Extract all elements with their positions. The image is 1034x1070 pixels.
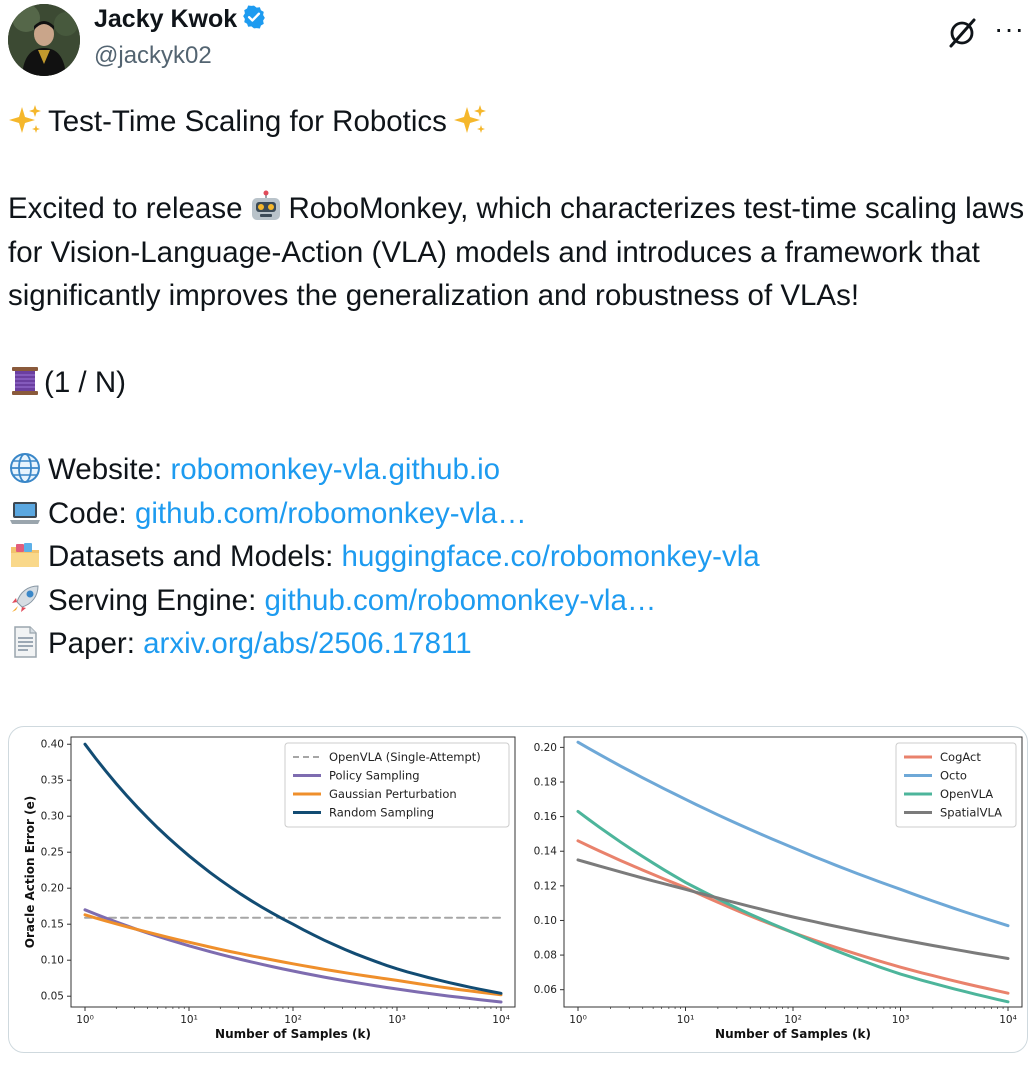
link-label-code: Code:: [48, 496, 127, 530]
grok-icon[interactable]: [946, 16, 980, 50]
link-row-code: Code: github.com/robomonkey-vla…: [8, 492, 1028, 536]
legend-label: Random Sampling: [329, 806, 434, 820]
link-row-datasets: Datasets and Models: huggingface.co/robo…: [8, 535, 1028, 579]
legend-label: Policy Sampling: [329, 769, 420, 783]
link-label-datasets: Datasets and Models:: [48, 540, 334, 573]
y-tick-label: 0.05: [41, 991, 64, 1003]
post-body: Test-Time Scaling for Robotics Excited t…: [8, 100, 1028, 666]
chart-model-comparison: 0.06 0.08 0.10 0.12 0.14 0.16 0.18 0.20 10⁰ 10¹ 10…: [534, 736, 1023, 1041]
x-axis-label: Number of Samples (k): [715, 1027, 871, 1041]
y-tick-label: 0.08: [534, 950, 557, 962]
media-attachment[interactable]: 0.05 0.10 0.15 0.20 0.25 0.30 0.35 0.40 10⁰ 10¹ 10…: [8, 726, 1028, 1053]
x-tick-label: 10¹: [677, 1014, 695, 1026]
thread-marker: (1 / N): [44, 366, 126, 399]
y-tick-label: 0.25: [41, 847, 64, 859]
legend-label: CogAct: [940, 750, 981, 764]
sparkles-icon: [8, 103, 42, 137]
y-tick-label: 0.12: [534, 880, 557, 892]
y-axis-label: Oracle Action Error (e): [23, 796, 37, 948]
y-tick-label: 0.35: [41, 775, 64, 787]
link-row-serving: Serving Engine: github.com/robomonkey-vl…: [8, 579, 1028, 623]
legend-label: OpenVLA (Single-Attempt): [329, 750, 481, 764]
y-tick-label: 0.15: [41, 919, 64, 931]
document-icon: [8, 625, 42, 659]
intro-paragraph: Excited to release RoboMonkey, which char…: [8, 187, 1028, 318]
y-tick-label: 0.06: [534, 984, 558, 996]
author-handle[interactable]: @jackyk02: [94, 42, 212, 70]
y-tick-label: 0.10: [534, 915, 557, 927]
link-row-website: Website: robomonkey-vla.github.io: [8, 448, 1028, 492]
avatar[interactable]: [8, 4, 80, 76]
folder-icon: [8, 538, 42, 572]
legend-label: Gaussian Perturbation: [329, 787, 457, 801]
avatar-portrait: [8, 4, 80, 76]
intro-text-before: Excited to release: [8, 192, 243, 225]
link-label-website: Website:: [48, 453, 163, 486]
legend-label: OpenVLA: [940, 787, 993, 801]
chart-policy-sampling-comparison: 0.05 0.10 0.15 0.20 0.25 0.30 0.35 0.40 10⁰ 10¹ 10…: [23, 736, 516, 1041]
thread-marker-line: (1 / N): [8, 361, 1028, 405]
y-tick-label: 0.40: [41, 739, 64, 751]
y-tick-label: 0.18: [534, 777, 557, 789]
author-name-text[interactable]: Jacky Kwok: [94, 5, 237, 33]
link-label-serving: Serving Engine:: [48, 583, 257, 617]
x-axis-label: Number of Samples (k): [215, 1027, 371, 1041]
rocket-icon: [8, 582, 42, 616]
robot-icon: [249, 190, 283, 224]
more-options-icon[interactable]: ···: [994, 14, 1025, 44]
x-tick-label: 10¹: [180, 1014, 198, 1026]
legend-label: SpatialVLA: [940, 806, 1002, 820]
sparkles-icon: [453, 103, 487, 137]
y-tick-label: 0.20: [534, 742, 557, 754]
y-tick-label: 0.10: [41, 955, 64, 967]
x-tick-label: 10⁰: [569, 1014, 587, 1026]
x-tick-label: 10²: [784, 1014, 802, 1026]
verified-badge-icon[interactable]: [241, 4, 267, 37]
y-tick-label: 0.16: [534, 811, 558, 823]
x-tick-label: 10²: [284, 1014, 302, 1026]
y-tick-label: 0.30: [41, 811, 64, 823]
x-tick-label: 10³: [388, 1014, 406, 1026]
code-link[interactable]: github.com/robomonkey-vla…: [135, 497, 527, 530]
thread-spool-icon: [8, 364, 42, 398]
y-tick-label: 0.14: [534, 846, 558, 858]
globe-icon: [8, 451, 42, 485]
website-link[interactable]: robomonkey-vla.github.io: [170, 453, 500, 486]
headline-text: Test-Time Scaling for Robotics: [48, 105, 447, 138]
datasets-link[interactable]: huggingface.co/robomonkey-vla: [342, 540, 760, 573]
y-tick-label: 0.20: [41, 883, 64, 895]
x-tick-label: 10⁴: [492, 1014, 510, 1026]
x-tick-label: 10⁰: [76, 1014, 94, 1026]
link-row-paper: Paper: arxiv.org/abs/2506.17811: [8, 622, 1028, 666]
x-tick-label: 10³: [892, 1014, 910, 1026]
headline-line: Test-Time Scaling for Robotics: [8, 100, 1028, 144]
paper-link[interactable]: arxiv.org/abs/2506.17811: [143, 627, 472, 660]
post-header: Jacky Kwok @jackyk02 ···: [0, 0, 1034, 82]
x-tick-label: 10⁴: [999, 1014, 1017, 1026]
serving-engine-link[interactable]: github.com/robomonkey-vla…: [264, 584, 656, 617]
laptop-icon: [8, 495, 42, 529]
legend-label: Octo: [940, 769, 967, 783]
author-name[interactable]: Jacky Kwok: [94, 4, 267, 37]
link-label-paper: Paper:: [48, 627, 135, 660]
